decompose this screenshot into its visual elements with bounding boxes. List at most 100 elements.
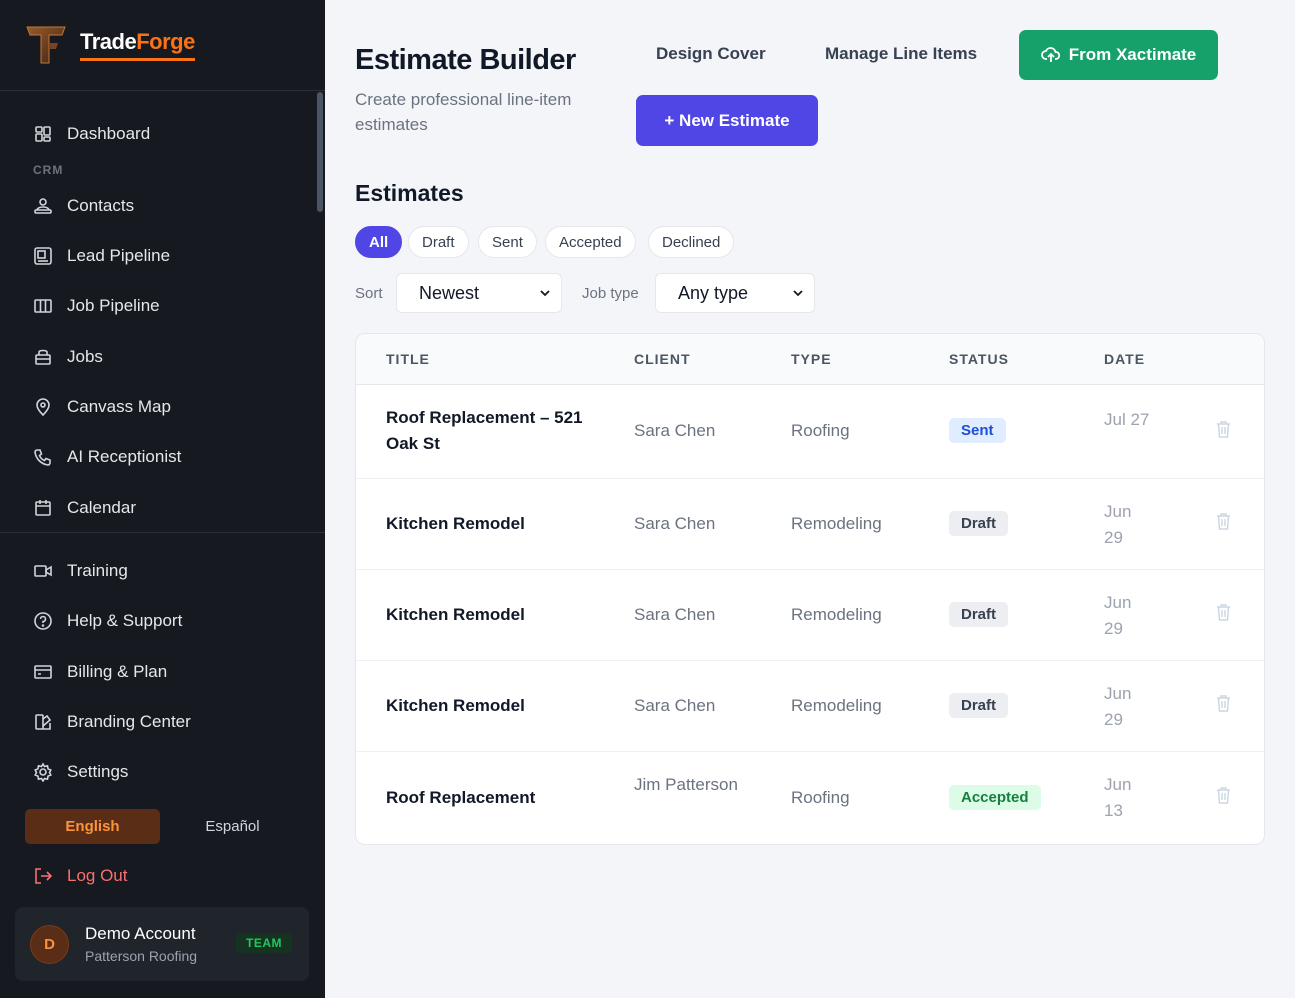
filter-chip-all[interactable]: All <box>355 226 403 258</box>
language-spanish-button[interactable]: Español <box>165 809 300 844</box>
team-badge: TEAM <box>236 933 292 953</box>
from-xactimate-button[interactable]: From Xactimate <box>1019 30 1218 80</box>
sidebar-item-canvass-map[interactable]: Canvass Map <box>33 391 171 423</box>
lead-icon <box>34 247 52 265</box>
column-header-type[interactable]: TYPE <box>791 351 832 367</box>
account-name: Demo Account <box>85 924 196 943</box>
calendar-icon <box>35 500 51 516</box>
estimates-table: TITLE CLIENT TYPE STATUS DATE Roof Repla… <box>355 333 1265 845</box>
new-estimate-button[interactable]: + New Estimate <box>636 95 818 146</box>
gear-icon <box>34 762 52 782</box>
briefcase-icon <box>35 349 51 365</box>
sidebar-item-contacts[interactable]: Contacts <box>33 190 134 222</box>
column-header-date[interactable]: DATE <box>1104 351 1145 367</box>
sidebar-item-label: Job Pipeline <box>67 296 160 315</box>
sidebar-item-job-pipeline[interactable]: Job Pipeline <box>33 290 160 322</box>
sidebar-item-settings[interactable]: Settings <box>33 756 128 788</box>
sidebar-item-dashboard[interactable]: Dashboard <box>33 118 150 150</box>
logo-icon <box>24 23 68 67</box>
row-title: Kitchen Remodel <box>386 696 525 715</box>
chevron-down-icon <box>540 290 550 297</box>
sidebar-item-ai-receptionist[interactable]: AI Receptionist <box>33 441 181 473</box>
row-date: Jun 29 <box>1104 502 1132 547</box>
avatar: D <box>30 925 69 964</box>
trash-icon[interactable] <box>1215 603 1232 621</box>
filter-chip-accepted[interactable]: Accepted <box>545 226 636 258</box>
trash-icon[interactable] <box>1215 512 1232 530</box>
filter-chip-declined[interactable]: Declined <box>648 226 735 258</box>
sidebar-item-label: Contacts <box>67 196 135 215</box>
sidebar-item-label: Help & Support <box>67 611 183 630</box>
page-subtitle: Create professional line-item estimates <box>355 90 572 134</box>
sidebar-item-label: Dashboard <box>67 124 151 143</box>
account-company: Patterson Roofing <box>85 948 198 964</box>
job-type-label: Job type <box>582 285 639 302</box>
sidebar-scrollbar[interactable] <box>317 92 323 212</box>
sidebar-item-label: AI Receptionist <box>67 447 182 466</box>
row-client: Sara Chen <box>634 605 716 624</box>
table-row[interactable]: Kitchen Remodel Sara Chen Remodeling Dra… <box>356 570 1264 661</box>
phone-icon <box>34 449 51 466</box>
sort-label: Sort <box>355 285 383 302</box>
sidebar-item-label: Lead Pipeline <box>67 246 171 265</box>
table-row[interactable]: Kitchen Remodel Sara Chen Remodeling Dra… <box>356 661 1264 752</box>
map-pin-icon <box>36 398 50 417</box>
design-cover-button[interactable]: Design Cover <box>656 44 766 64</box>
row-date: Jun 29 <box>1104 593 1132 638</box>
column-header-client[interactable]: CLIENT <box>634 351 691 367</box>
table-header: TITLE CLIENT TYPE STATUS DATE <box>356 334 1264 385</box>
sidebar-item-label: Calendar <box>67 498 136 517</box>
contacts-icon <box>34 198 52 214</box>
chevron-down-icon <box>793 290 803 297</box>
cloud-upload-icon <box>1040 47 1060 62</box>
sidebar-divider <box>0 532 325 533</box>
table-row[interactable]: Roof Replacement Jim Patterson Roofing A… <box>356 752 1264 844</box>
logout-button[interactable]: Log Out <box>33 866 128 886</box>
estimates-heading: Estimates <box>355 180 464 206</box>
trash-icon[interactable] <box>1215 786 1232 804</box>
row-date: Jun 29 <box>1104 684 1132 729</box>
job-type-select[interactable]: Any type <box>655 273 815 313</box>
trash-icon[interactable] <box>1215 694 1232 712</box>
sidebar-item-label: Settings <box>67 762 129 781</box>
column-header-title[interactable]: TITLE <box>386 351 430 367</box>
credit-card-icon <box>34 665 52 679</box>
row-client: Sara Chen <box>634 696 716 715</box>
sort-select-value: Newest <box>419 282 480 303</box>
sidebar-item-calendar[interactable]: Calendar <box>33 492 136 524</box>
from-xactimate-label: From Xactimate <box>1068 45 1197 64</box>
row-title: Kitchen Remodel <box>386 605 525 624</box>
sidebar-item-help-support[interactable]: Help & Support <box>33 605 182 637</box>
sort-select[interactable]: Newest <box>396 273 562 313</box>
row-client: Sara Chen <box>634 421 716 440</box>
sidebar-item-billing-plan[interactable]: Billing & Plan <box>33 656 167 688</box>
manage-line-items-button[interactable]: Manage Line Items <box>825 44 977 64</box>
account-card[interactable]: D Demo Account Patterson Roofing TEAM <box>15 907 309 981</box>
table-row[interactable]: Roof Replacement – 521 Oak St Sara Chen … <box>356 385 1264 479</box>
sidebar-item-label: Branding Center <box>67 712 191 731</box>
status-badge: Draft <box>949 602 1009 627</box>
language-english-button[interactable]: English <box>25 809 160 844</box>
sidebar-item-lead-pipeline[interactable]: Lead Pipeline <box>33 240 170 272</box>
row-title: Roof Replacement – 521 Oak St <box>386 408 583 453</box>
grid-icon <box>35 126 51 142</box>
sidebar-item-branding-center[interactable]: Branding Center <box>33 706 191 738</box>
sidebar-item-training[interactable]: Training <box>33 555 128 587</box>
brand[interactable]: TradeForge <box>0 0 325 91</box>
table-row[interactable]: Kitchen Remodel Sara Chen Remodeling Dra… <box>356 479 1264 570</box>
section-label-crm: CRM <box>33 163 64 177</box>
row-type: Roofing <box>791 788 850 807</box>
sidebar-item-jobs[interactable]: Jobs <box>33 341 103 373</box>
filter-chip-draft[interactable]: Draft <box>408 226 469 258</box>
status-badge: Accepted <box>949 785 1041 810</box>
row-client: Sara Chen <box>634 514 716 533</box>
trash-icon[interactable] <box>1215 420 1232 438</box>
sidebar-item-label: Canvass Map <box>67 397 171 416</box>
row-date: Jul 27 <box>1104 410 1150 429</box>
column-header-status[interactable]: STATUS <box>949 351 1009 367</box>
video-icon <box>34 565 52 577</box>
filter-chip-sent[interactable]: Sent <box>478 226 537 258</box>
logout-icon <box>35 868 53 884</box>
status-badge: Draft <box>949 511 1009 536</box>
page-title: Estimate Builder <box>355 44 576 76</box>
